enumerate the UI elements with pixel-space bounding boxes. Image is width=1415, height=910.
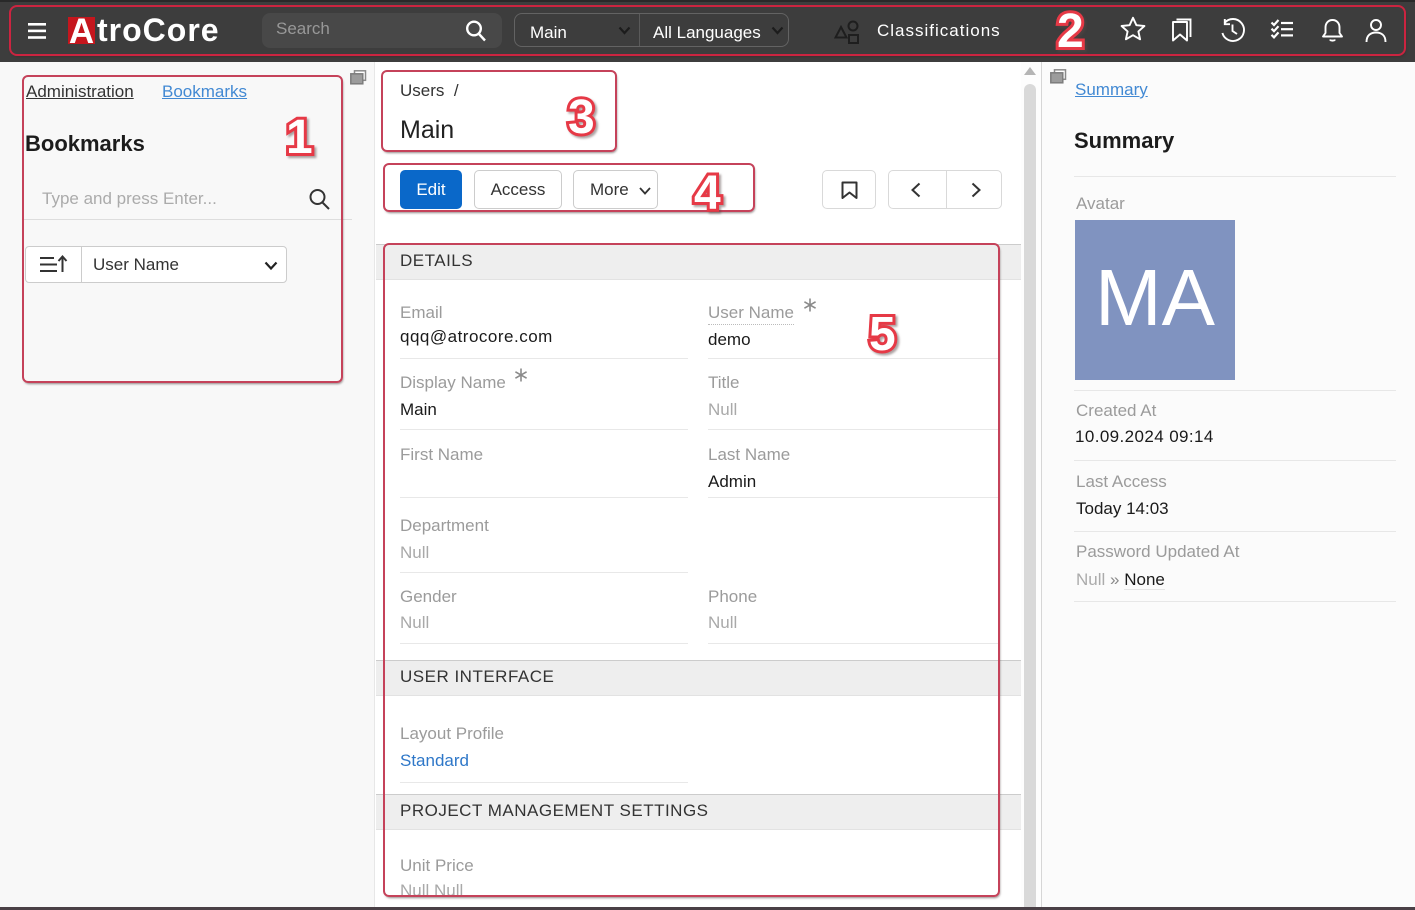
svg-text:4: 4 xyxy=(694,167,721,220)
svg-text:2: 2 xyxy=(1057,5,1084,58)
svg-text:5: 5 xyxy=(869,308,896,361)
svg-text:1: 1 xyxy=(286,111,313,164)
svg-text:3: 3 xyxy=(568,91,595,144)
